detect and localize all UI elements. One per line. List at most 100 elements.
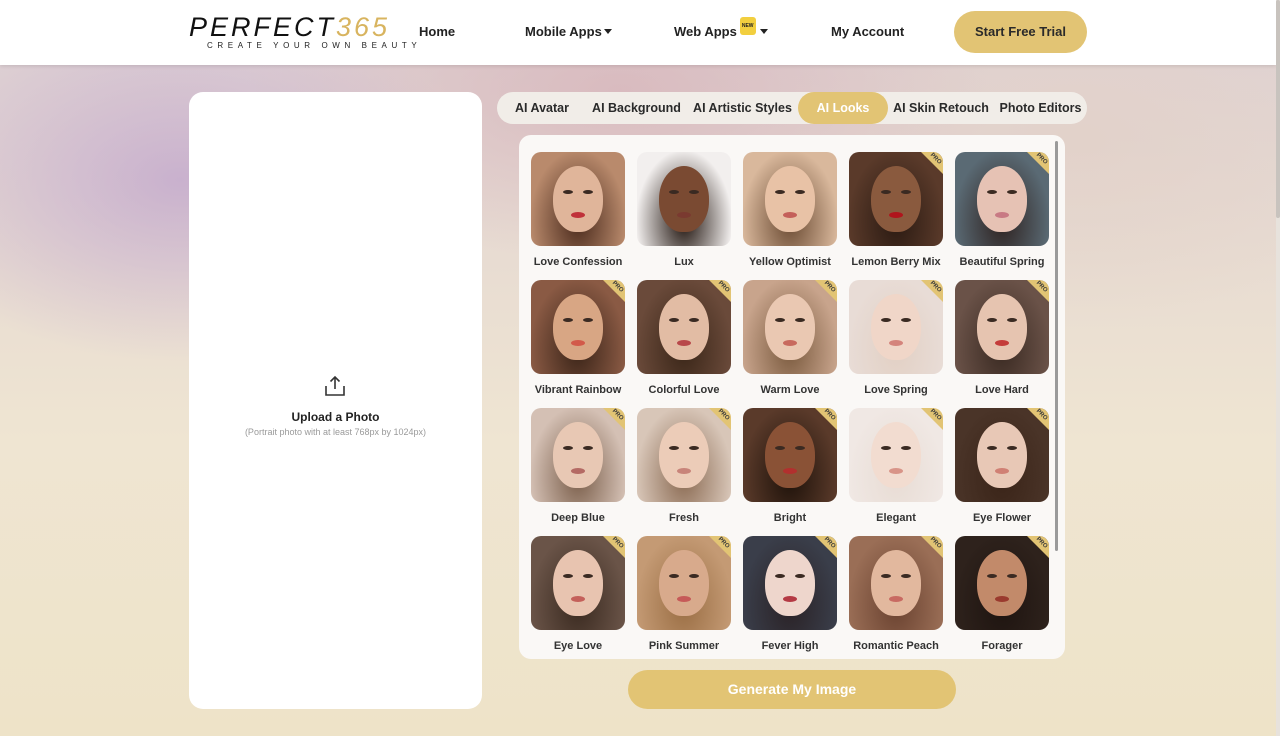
eye-shape (1007, 446, 1017, 450)
nav-mobile-apps[interactable]: Mobile Apps (525, 24, 612, 40)
eye-shape (881, 446, 891, 450)
upload-hint: (Portrait photo with at least 768px by 1… (244, 427, 427, 437)
look-item[interactable]: PRO Deep Blue (531, 408, 625, 524)
eye-shape (669, 574, 679, 578)
pro-badge: PRO (603, 536, 625, 558)
look-item[interactable]: PRO Eye Flower (955, 408, 1049, 524)
look-thumbnail[interactable]: PRO (849, 152, 943, 246)
pro-badge-label: PRO (1034, 408, 1049, 422)
pro-badge-label: PRO (716, 408, 731, 422)
look-thumbnail[interactable]: PRO (637, 408, 731, 502)
look-item[interactable]: PRO Pink Summer (637, 536, 731, 652)
look-item[interactable]: Lux (637, 152, 731, 268)
look-thumbnail[interactable]: PRO (531, 536, 625, 630)
looks-scrollbar[interactable] (1055, 141, 1058, 551)
pro-badge-label: PRO (928, 536, 943, 550)
nav-web-apps[interactable]: Web Apps NEW (674, 17, 768, 44)
look-thumbnail[interactable]: PRO (531, 408, 625, 502)
look-thumbnail[interactable]: PRO (955, 280, 1049, 374)
upload-panel[interactable]: Upload a Photo (Portrait photo with at l… (189, 92, 482, 709)
top-header: PERFECT365 CREATE YOUR OWN BEAUTY Home M… (0, 0, 1276, 65)
look-thumbnail[interactable] (637, 152, 731, 246)
tab-ai-avatar[interactable]: AI Avatar (503, 92, 581, 124)
eye-shape (583, 446, 593, 450)
look-thumbnail[interactable]: PRO (955, 408, 1049, 502)
page-scrollbar-thumb[interactable] (1276, 0, 1280, 218)
look-item[interactable]: PRO Fresh (637, 408, 731, 524)
eye-shape (775, 574, 785, 578)
tab-ai-looks[interactable]: AI Looks (798, 92, 888, 124)
look-item[interactable]: PRO Fever High (743, 536, 837, 652)
lips-shape (889, 340, 903, 346)
look-thumbnail[interactable]: PRO (637, 536, 731, 630)
eye-shape (795, 190, 805, 194)
logo-text-gold: 365 (336, 12, 391, 42)
look-label: Deep Blue (551, 512, 605, 524)
start-free-trial-button[interactable]: Start Free Trial (954, 11, 1087, 53)
look-thumbnail[interactable]: PRO (955, 152, 1049, 246)
tab-ai-artistic-styles[interactable]: AI Artistic Styles (690, 92, 795, 124)
eye-shape (881, 318, 891, 322)
look-thumbnail[interactable]: PRO (849, 280, 943, 374)
nav-my-account[interactable]: My Account (831, 24, 904, 40)
look-thumbnail[interactable]: PRO (743, 408, 837, 502)
look-item[interactable]: PRO Eye Love (531, 536, 625, 652)
look-thumbnail[interactable]: PRO (849, 408, 943, 502)
look-item[interactable]: PRO Beautiful Spring (955, 152, 1049, 268)
look-thumbnail[interactable]: PRO (743, 280, 837, 374)
eye-shape (795, 574, 805, 578)
look-label: Eye Love (553, 640, 603, 652)
look-item[interactable]: Yellow Optimist (743, 152, 837, 268)
look-item[interactable]: PRO Vibrant Rainbow (531, 280, 625, 396)
lips-shape (571, 212, 585, 218)
look-thumbnail[interactable]: PRO (743, 536, 837, 630)
lips-shape (995, 596, 1009, 602)
tab-photo-editors[interactable]: Photo Editors (997, 92, 1084, 124)
logo[interactable]: PERFECT365 CREATE YOUR OWN BEAUTY (189, 13, 417, 53)
eye-shape (901, 574, 911, 578)
look-item[interactable]: PRO Colorful Love (637, 280, 731, 396)
nav-web-apps-label: Web Apps (674, 24, 737, 39)
look-item[interactable]: PRO Lemon Berry Mix (849, 152, 943, 268)
look-thumbnail[interactable]: PRO (849, 536, 943, 630)
look-item[interactable]: PRO Forager (955, 536, 1049, 652)
look-item[interactable]: PRO Romantic Peach (849, 536, 943, 652)
face-shape (659, 294, 709, 360)
tab-ai-skin-retouch[interactable]: AI Skin Retouch (892, 92, 990, 124)
face-shape (871, 550, 921, 616)
upload-title[interactable]: Upload a Photo (189, 410, 482, 424)
look-thumbnail[interactable]: PRO (955, 536, 1049, 630)
look-item[interactable]: PRO Warm Love (743, 280, 837, 396)
nav-home[interactable]: Home (419, 24, 455, 40)
face-shape (659, 422, 709, 488)
look-item[interactable]: PRO Elegant (849, 408, 943, 524)
look-item[interactable]: PRO Love Hard (955, 280, 1049, 396)
face-shape (553, 422, 603, 488)
look-thumbnail[interactable]: PRO (637, 280, 731, 374)
look-thumbnail[interactable]: PRO (531, 280, 625, 374)
pro-badge-label: PRO (1034, 280, 1049, 294)
look-label: Fresh (669, 512, 699, 524)
upload-icon[interactable] (324, 375, 346, 397)
tab-ai-background[interactable]: AI Background (589, 92, 684, 124)
look-item[interactable]: Love Confession (531, 152, 625, 268)
eye-shape (901, 190, 911, 194)
page-scrollbar[interactable] (1276, 0, 1280, 736)
lips-shape (677, 212, 691, 218)
look-thumbnail[interactable] (531, 152, 625, 246)
generate-image-button[interactable]: Generate My Image (628, 670, 956, 709)
eye-shape (563, 574, 573, 578)
look-label: Love Spring (864, 384, 928, 396)
look-item[interactable]: PRO Love Spring (849, 280, 943, 396)
feature-tabs: AI Avatar AI Background AI Artistic Styl… (497, 92, 1087, 124)
pro-badge: PRO (921, 152, 943, 174)
pro-badge: PRO (709, 280, 731, 302)
lips-shape (571, 596, 585, 602)
eye-shape (563, 446, 573, 450)
nav-home-label: Home (419, 24, 456, 39)
look-thumbnail[interactable] (743, 152, 837, 246)
face-shape (871, 294, 921, 360)
lips-shape (889, 468, 903, 474)
look-label: Fever High (761, 640, 819, 652)
look-item[interactable]: PRO Bright (743, 408, 837, 524)
